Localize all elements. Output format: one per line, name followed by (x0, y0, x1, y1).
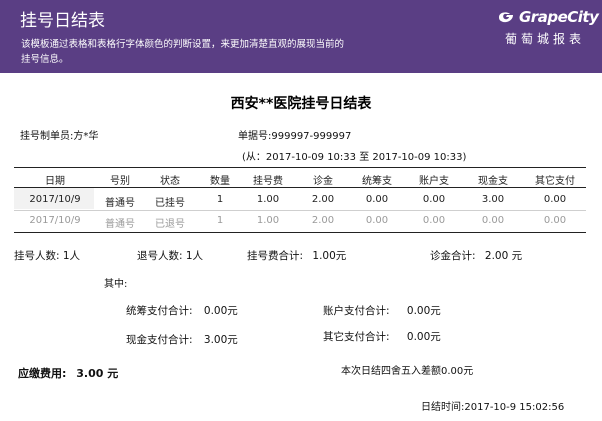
table-cell: 0.00 (422, 215, 446, 226)
account-payment-label: 账户支付合计: (323, 305, 390, 317)
table-cell: 0.00 (365, 194, 389, 205)
cash-payment-label: 现金支付合计: (126, 334, 193, 346)
table-cell: 0.00 (481, 215, 505, 226)
column-header: 日期 (45, 176, 65, 187)
cash-payment-total: 现金支付合计: 3.00元 (126, 332, 238, 347)
table-cell: 0.00 (422, 194, 446, 205)
registered-count: 挂号人数: 1人 (14, 250, 81, 262)
consultation-fee-label: 诊金合计: (430, 250, 476, 262)
pooled-payment-value: 0.00元 (203, 305, 238, 317)
table-cell: 2.00 (311, 215, 335, 226)
brand-subtitle: 葡萄城报表 (505, 32, 586, 46)
amount-due: 应缴费用: 3.00 元 (18, 365, 118, 381)
doc-number: 单据号:999997-999997 (238, 127, 351, 142)
consultation-fee-value: 2.00 元 (484, 250, 523, 262)
grapecity-logo-icon (499, 12, 513, 23)
settlement-time-value: 2017-10-9 15:02:56 (464, 402, 565, 413)
pooled-payment-label: 统筹支付合计: (126, 305, 193, 317)
column-header: 统筹支 (362, 176, 392, 187)
table-header-border (14, 187, 586, 188)
rounding-difference: 本次日结四舍五入差额0.00元 (341, 366, 474, 377)
column-header: 现金支 (478, 176, 508, 187)
account-payment-value: 0.00元 (406, 305, 441, 317)
table-cell: 2.00 (311, 194, 335, 205)
table-top-border (14, 167, 586, 168)
table-cell: 1.00 (256, 194, 280, 205)
registration-fee-value: 1.00元 (312, 250, 347, 262)
report-title: 西安**医院挂号日结表 (230, 96, 372, 112)
operator-value: 方*华 (73, 131, 99, 142)
header-banner: 挂号日结表 该模板通过表格和表格行字体颜色的判断设置，来更加清楚直观的展现当前的… (0, 0, 602, 73)
column-header: 其它支付 (535, 176, 575, 187)
doc-number-value: 999997-999997 (271, 131, 352, 142)
table-row-divider (14, 210, 586, 211)
table-cell: 0.00 (543, 215, 567, 226)
registration-fee-label: 挂号费合计: (247, 250, 304, 262)
settlement-time-label: 日结时间: (421, 402, 465, 413)
operator-info: 挂号制单员:方*华 (20, 127, 98, 142)
column-header: 诊金 (313, 176, 333, 187)
table-cell: 0.00 (543, 194, 567, 205)
breakdown-label: 其中: (104, 279, 128, 290)
table-cell: 1.00 (256, 215, 280, 226)
date-range: (从：2017-10-09 10:33 至 2017-10-09 10:33) (242, 152, 467, 163)
other-payment-value: 0.00元 (406, 331, 441, 343)
amount-due-value: 3.00 元 (76, 367, 119, 380)
page-description: 该模板通过表格和表格行字体颜色的判断设置，来更加清楚直观的展现当前的挂号信息。 (21, 39, 345, 65)
doc-number-label: 单据号: (238, 131, 272, 142)
refunded-count: 退号人数: 1人 (137, 250, 204, 262)
account-payment-total: 账户支付合计: 0.00元 (323, 303, 441, 318)
table-bottom-border (14, 232, 586, 233)
other-payment-label: 其它支付合计: (323, 331, 390, 343)
table-cell: 2017/10/9 (29, 215, 81, 226)
brand-logo: GrapeCity (497, 8, 599, 26)
table-cell: 2017/10/9 (29, 194, 81, 205)
pooled-payment-total: 统筹支付合计: 0.00元 (126, 303, 238, 318)
settlement-time: 日结时间:2017-10-9 15:02:56 (421, 398, 564, 413)
page-title: 挂号日结表 (20, 11, 105, 31)
cash-payment-value: 3.00元 (203, 334, 238, 346)
table-cell: 3.00 (481, 194, 505, 205)
other-payment-total: 其它支付合计: 0.00元 (323, 329, 441, 344)
table-cell: 0.00 (365, 215, 389, 226)
column-header: 挂号费 (253, 176, 283, 187)
amount-due-label: 应缴费用: (18, 367, 67, 380)
consultation-fee-total: 诊金合计: 2.00 元 (430, 248, 522, 263)
registration-fee-total: 挂号费合计: 1.00元 (247, 248, 346, 263)
operator-label: 挂号制单员: (20, 131, 74, 142)
brand-name: GrapeCity (519, 8, 599, 26)
column-header: 账户支 (419, 176, 449, 187)
